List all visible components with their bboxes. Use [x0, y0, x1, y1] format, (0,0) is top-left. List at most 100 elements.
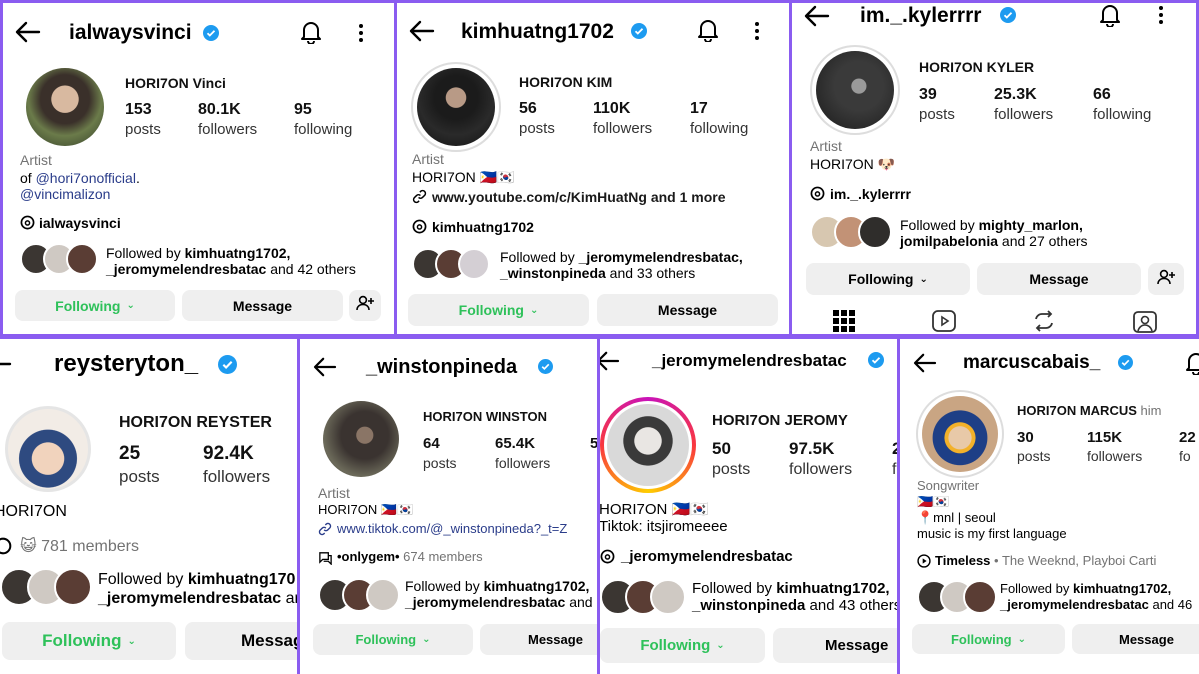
following-button[interactable]: Following ⌄ — [15, 290, 175, 321]
following-count[interactable]: 2 — [892, 439, 897, 459]
following-count[interactable]: 66 — [1093, 86, 1111, 104]
follower-avatar[interactable] — [66, 243, 98, 275]
message-button[interactable]: Message — [773, 628, 897, 663]
posts-count[interactable]: 39 — [919, 86, 937, 104]
profile-music[interactable]: Timeless • The Weeknd, Playboi Carti — [935, 553, 1156, 568]
bio-mention-link[interactable]: @vincimalizon — [20, 186, 110, 202]
posts-count[interactable]: 25 — [119, 443, 140, 465]
message-button[interactable]: Message — [480, 624, 597, 655]
reposts-icon[interactable] — [1032, 310, 1056, 332]
following-label: f — [892, 461, 897, 478]
display-name: HORI7ON MARCUS him — [1017, 403, 1161, 418]
profile-avatar[interactable] — [323, 401, 399, 477]
posts-count[interactable]: 56 — [519, 100, 537, 118]
followed-by-text[interactable]: Followed by kimhuatng1702, _winstonpined… — [692, 580, 897, 614]
followers-count[interactable]: 65.4K — [495, 435, 535, 452]
followed-by-text[interactable]: Followed by kimhuatng170 _jeromymelendre… — [98, 570, 297, 608]
back-arrow-icon[interactable] — [15, 21, 41, 43]
followed-by-text[interactable]: Followed by _jeromymelendresbatac, _wins… — [500, 249, 743, 281]
following-button[interactable]: Following ⌄ — [806, 263, 970, 295]
profile-avatar[interactable] — [26, 68, 104, 146]
profile-avatar[interactable] — [922, 396, 998, 472]
posts-count[interactable]: 64 — [423, 435, 440, 452]
posts-label: posts — [119, 467, 160, 486]
posts-count[interactable]: 50 — [712, 439, 731, 459]
broadcast-channel[interactable]: 😺 781 members — [20, 536, 139, 556]
message-button[interactable]: Messag — [185, 622, 297, 660]
back-arrow-icon[interactable] — [600, 351, 620, 371]
notifications-bell-icon[interactable] — [1185, 351, 1199, 375]
more-options-icon[interactable] — [1158, 5, 1164, 25]
followed-by-text[interactable]: Followed by kimhuatng1702, _jeromymelend… — [405, 578, 597, 610]
back-arrow-icon[interactable] — [409, 20, 435, 42]
followers-label: followers — [198, 121, 258, 138]
broadcast-channel[interactable]: •onlygem• 674 members — [337, 549, 483, 564]
follower-avatar[interactable] — [458, 248, 490, 280]
reels-icon[interactable] — [932, 310, 956, 332]
following-count[interactable]: 22 — [1179, 429, 1196, 446]
followers-count[interactable]: 25.3K — [994, 86, 1037, 104]
suggest-add-person-button[interactable] — [1148, 263, 1184, 295]
message-button[interactable]: Message — [182, 290, 343, 321]
button-label: Messag — [241, 631, 297, 650]
following-button[interactable]: Following ⌄ — [912, 624, 1065, 654]
bio-link[interactable]: www.youtube.com/c/KimHuatNg and 1 more — [432, 189, 726, 205]
message-button[interactable]: Message — [597, 294, 778, 326]
following-count[interactable]: 95 — [294, 101, 312, 119]
back-arrow-icon[interactable] — [804, 5, 830, 27]
notifications-bell-icon[interactable] — [300, 20, 322, 44]
following-button[interactable]: Following ⌄ — [408, 294, 589, 326]
button-label: Message — [1119, 631, 1174, 647]
followed-by-text[interactable]: Followed by kimhuatng1702, _jeromymelend… — [1000, 581, 1192, 613]
posts-count[interactable]: 30 — [1017, 429, 1034, 446]
followers-count[interactable]: 115K — [1087, 429, 1122, 446]
display-name: HORI7ON JEROMY — [712, 412, 848, 429]
back-arrow-icon[interactable] — [0, 353, 12, 375]
back-arrow-icon[interactable] — [913, 353, 937, 373]
follower-avatar[interactable] — [650, 579, 686, 615]
followers-count[interactable]: 80.1K — [198, 101, 241, 119]
follower-avatar[interactable] — [54, 568, 92, 606]
bio-mention-link[interactable]: @hori7onofficial — [36, 170, 136, 186]
suggest-add-person-button[interactable] — [349, 290, 381, 321]
grid-icon[interactable] — [833, 310, 855, 332]
follower-name: kimhuatng1702, — [184, 245, 291, 261]
following-count[interactable]: 5 — [590, 435, 597, 452]
bio-link[interactable]: www.tiktok.com/@_winstonpineda?_t=Z — [337, 521, 567, 536]
verified-badge-icon — [1000, 7, 1016, 28]
music-artists: • The Weeknd, Playboi Carti — [990, 553, 1157, 568]
follower-avatar[interactable] — [963, 580, 997, 614]
follower-avatar[interactable] — [858, 215, 892, 249]
message-button[interactable]: Message — [1072, 624, 1199, 654]
following-count[interactable]: 17 — [690, 100, 708, 118]
play-music-icon[interactable] — [917, 554, 931, 568]
profile-avatar[interactable] — [607, 404, 689, 486]
threads-handle[interactable]: im._.kylerrrr — [830, 186, 911, 202]
following-button[interactable]: Following ⌄ — [313, 624, 473, 655]
following-button[interactable]: Following ⌄ — [2, 622, 176, 660]
back-arrow-icon[interactable] — [313, 357, 337, 377]
followers-count[interactable]: 97.5K — [789, 439, 834, 459]
profile-avatar[interactable] — [816, 51, 894, 129]
following-button[interactable]: Following ⌄ — [600, 628, 765, 663]
followers-count[interactable]: 92.4K — [203, 443, 254, 465]
followed-by-prefix: Followed by — [405, 578, 484, 594]
channel-icon — [318, 550, 333, 565]
threads-handle[interactable]: kimhuatng1702 — [432, 219, 534, 235]
notifications-bell-icon[interactable] — [697, 18, 719, 42]
followers-count[interactable]: 110K — [593, 100, 630, 118]
more-options-icon[interactable] — [754, 21, 760, 41]
message-button[interactable]: Message — [977, 263, 1141, 295]
profile-avatar[interactable] — [5, 406, 91, 492]
more-options-icon[interactable] — [358, 23, 364, 43]
follower-avatar[interactable] — [366, 578, 400, 612]
notifications-bell-icon[interactable] — [1099, 3, 1121, 27]
profile-avatar[interactable] — [417, 68, 495, 146]
following-label: following — [1093, 106, 1152, 123]
followed-by-text[interactable]: Followed by kimhuatng1702, _jeromymelend… — [106, 245, 356, 277]
threads-handle[interactable]: _jeromymelendresbatac — [621, 548, 793, 565]
threads-handle[interactable]: ialwaysvinci — [39, 215, 121, 231]
tagged-icon[interactable] — [1133, 309, 1157, 333]
followed-by-text[interactable]: Followed by mighty_marlon, jomilpabeloni… — [900, 217, 1088, 249]
posts-count[interactable]: 153 — [125, 101, 152, 119]
